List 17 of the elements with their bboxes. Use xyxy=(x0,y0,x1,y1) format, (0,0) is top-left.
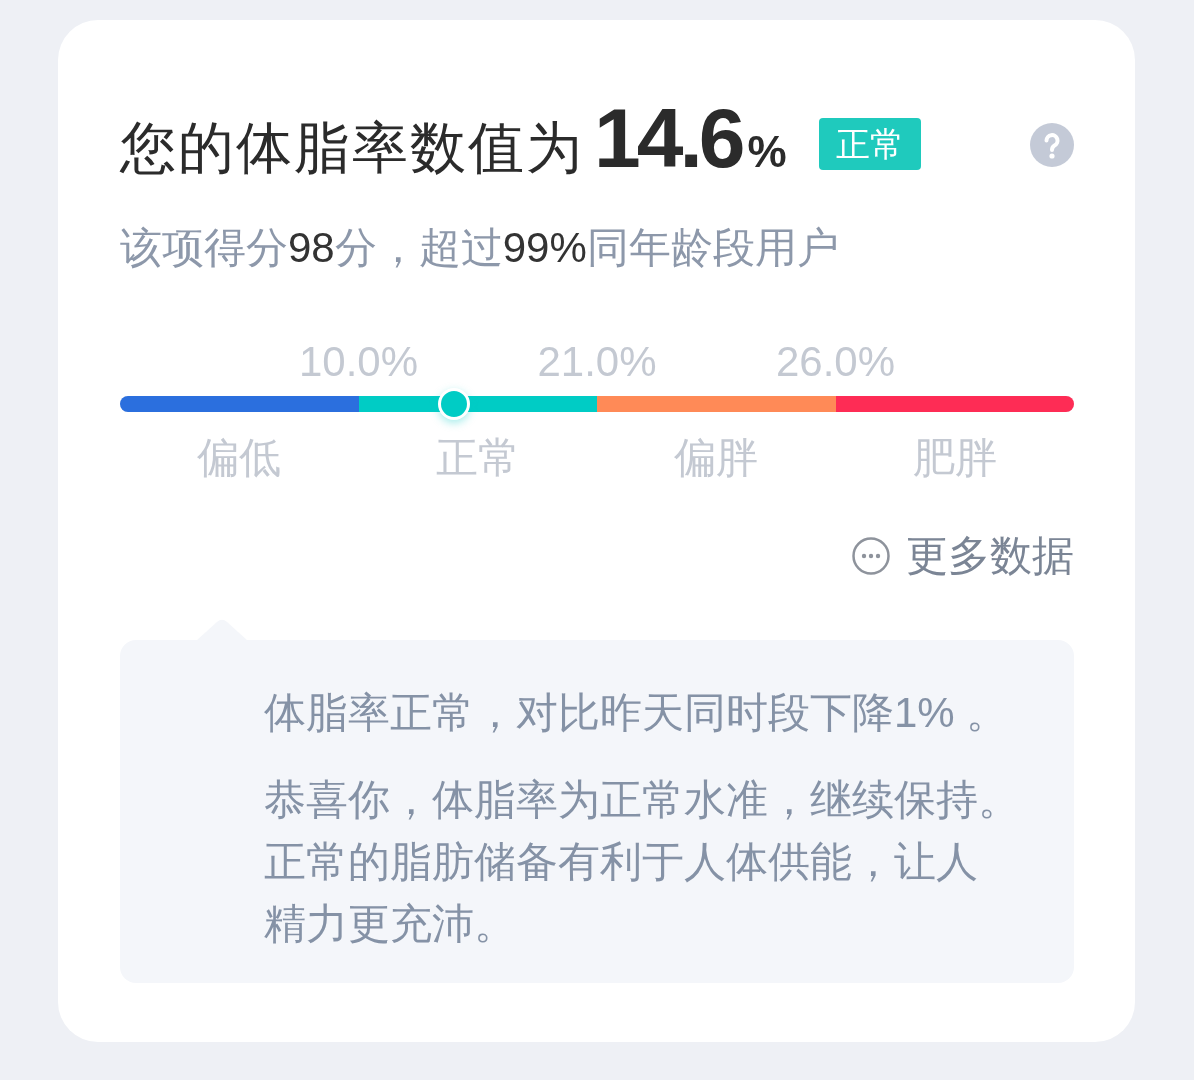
range-label: 正常 xyxy=(435,433,520,483)
score-summary: 该项得分98分，超过99%同年龄段用户 xyxy=(120,223,840,273)
ellipsis-circle-icon xyxy=(852,537,890,575)
range-label: 偏胖 xyxy=(674,433,759,483)
result-title: 您的体脂率数值为 xyxy=(120,120,584,176)
range-label: 肥胖 xyxy=(912,433,997,483)
advice-text: 体脂率正常，对比昨天同时段下降1% 。 xyxy=(264,688,1010,738)
threshold-label: 10.0% xyxy=(298,337,419,387)
help-icon[interactable] xyxy=(1030,122,1074,167)
advice-text: 恭喜你，体脂率为正常水准，继续保持。 正常的脂肪储备有利于人体供能，让人 精力更充沛。 xyxy=(264,775,1021,949)
status-badge: 正常 xyxy=(818,118,921,170)
threshold-label: 26.0% xyxy=(775,337,896,387)
range-label: 偏低 xyxy=(197,433,282,483)
threshold-label: 21.0% xyxy=(537,337,657,387)
percent-unit: % xyxy=(747,130,787,174)
more-data-link[interactable]: 更多数据 xyxy=(852,531,1074,581)
body-fat-value: 14.6 xyxy=(594,96,742,180)
